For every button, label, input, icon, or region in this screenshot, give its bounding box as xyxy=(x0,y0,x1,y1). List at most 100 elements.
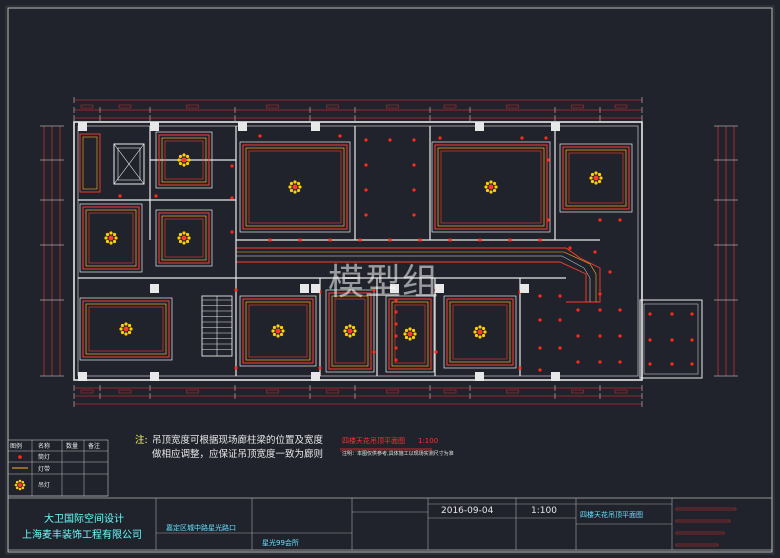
chandelier-icon xyxy=(109,231,113,235)
downlight-icon xyxy=(230,164,234,168)
chandelier-icon xyxy=(293,190,297,194)
downlight-icon xyxy=(438,136,442,140)
downlight-icon xyxy=(412,163,416,167)
chandelier-icon xyxy=(599,176,603,180)
downlight-icon xyxy=(598,334,602,338)
chandelier-icon xyxy=(413,332,417,336)
chandelier-icon xyxy=(353,329,357,333)
legend-header-1: 图例 xyxy=(10,443,23,450)
downlight-icon xyxy=(608,270,612,274)
downlight-icon xyxy=(598,360,602,364)
dim-label-mark xyxy=(80,104,94,109)
chandelier-icon xyxy=(289,181,294,186)
downlight-icon xyxy=(118,194,122,198)
chandelier-icon xyxy=(488,184,494,190)
chandelier-icon xyxy=(124,332,128,336)
downlight-icon xyxy=(598,292,602,296)
downlight-icon xyxy=(546,158,550,162)
structural-column xyxy=(238,122,247,131)
downlight-icon xyxy=(298,238,302,242)
dim-label-mark xyxy=(506,104,519,109)
dim-label-mark xyxy=(506,389,519,394)
downlight-icon xyxy=(394,322,398,326)
downlight-icon xyxy=(538,368,542,372)
watermark-text: 模型组 xyxy=(328,262,440,303)
chandelier-icon xyxy=(597,172,602,177)
chandelier-icon xyxy=(593,175,599,181)
plan-title-scale: 1:100 xyxy=(418,437,439,445)
chandelier-icon xyxy=(14,483,18,487)
downlight-icon xyxy=(230,196,234,200)
dim-label-mark xyxy=(266,389,279,394)
chandelier-icon xyxy=(119,327,123,331)
downlight-icon xyxy=(648,362,652,366)
downlight-icon xyxy=(618,334,622,338)
downlight-icon xyxy=(412,213,416,217)
chandelier-icon xyxy=(276,334,280,338)
chandelier-icon xyxy=(185,154,190,159)
downlight-icon xyxy=(544,136,548,140)
chandelier-icon xyxy=(120,330,125,335)
dim-label-mark xyxy=(118,104,132,109)
downlight-icon xyxy=(388,238,392,242)
downlight-icon xyxy=(434,350,438,354)
chandelier-icon xyxy=(474,333,479,338)
dim-label-mark xyxy=(571,389,584,394)
chandelier-icon xyxy=(182,231,186,235)
downlight-icon xyxy=(412,138,416,142)
chandelier-icon xyxy=(589,176,593,180)
chandelier-icon xyxy=(485,188,490,193)
chandelier-icon xyxy=(489,190,493,194)
chandelier-icon xyxy=(272,332,277,337)
structural-column xyxy=(551,122,560,131)
chandelier-icon xyxy=(288,185,292,189)
downlight-icon xyxy=(558,346,562,350)
downlight-icon xyxy=(593,250,597,254)
chandelier-icon xyxy=(178,232,183,237)
note-line-2: 做相应调整，应保证吊顶宽度一致为廊则 xyxy=(152,449,324,460)
downlight-icon xyxy=(518,366,522,370)
structural-column xyxy=(475,372,484,381)
chandelier-icon xyxy=(348,324,352,328)
structural-column xyxy=(520,284,529,293)
chandelier-icon xyxy=(292,184,298,190)
chandelier-icon xyxy=(597,179,602,184)
sheet-name: 星光99会所 xyxy=(262,539,299,547)
downlight-icon xyxy=(394,358,398,362)
chandelier-icon xyxy=(594,171,598,175)
chandelier-icon xyxy=(279,325,284,330)
downlight-icon xyxy=(230,230,234,234)
dim-label-mark xyxy=(266,104,279,109)
chandelier-icon xyxy=(404,335,409,340)
plan-title-label: 四楼天花吊顶平面图 xyxy=(342,437,405,445)
downlight-icon xyxy=(690,362,694,366)
chandelier-icon xyxy=(494,185,498,189)
chandelier-icon xyxy=(275,328,281,334)
chandelier-icon xyxy=(492,181,497,186)
downlight-icon xyxy=(478,238,482,242)
dim-label-mark xyxy=(80,389,94,394)
chandelier-icon xyxy=(109,241,113,245)
downlight-icon xyxy=(508,238,512,242)
downlight-icon xyxy=(318,366,322,370)
downlight-icon xyxy=(576,334,580,338)
chandelier-icon xyxy=(351,325,356,330)
chandelier-icon xyxy=(182,163,186,167)
chandelier-icon xyxy=(408,337,412,341)
downlight-icon xyxy=(538,318,542,322)
chandelier-icon xyxy=(15,486,19,490)
chandelier-icon xyxy=(120,323,125,328)
chandelier-icon xyxy=(485,181,490,186)
title-note-mark xyxy=(675,531,725,535)
chandelier-icon xyxy=(18,487,22,491)
downlight-icon xyxy=(576,308,580,312)
title-note-mark xyxy=(675,519,731,523)
chandelier-icon xyxy=(127,330,132,335)
downlight-icon xyxy=(394,334,398,338)
structural-column xyxy=(150,284,159,293)
dim-label-mark xyxy=(614,104,628,109)
downlight-icon xyxy=(670,338,674,342)
structural-column xyxy=(551,372,560,381)
downlight-icon xyxy=(18,455,22,459)
chandelier-icon xyxy=(105,239,110,244)
